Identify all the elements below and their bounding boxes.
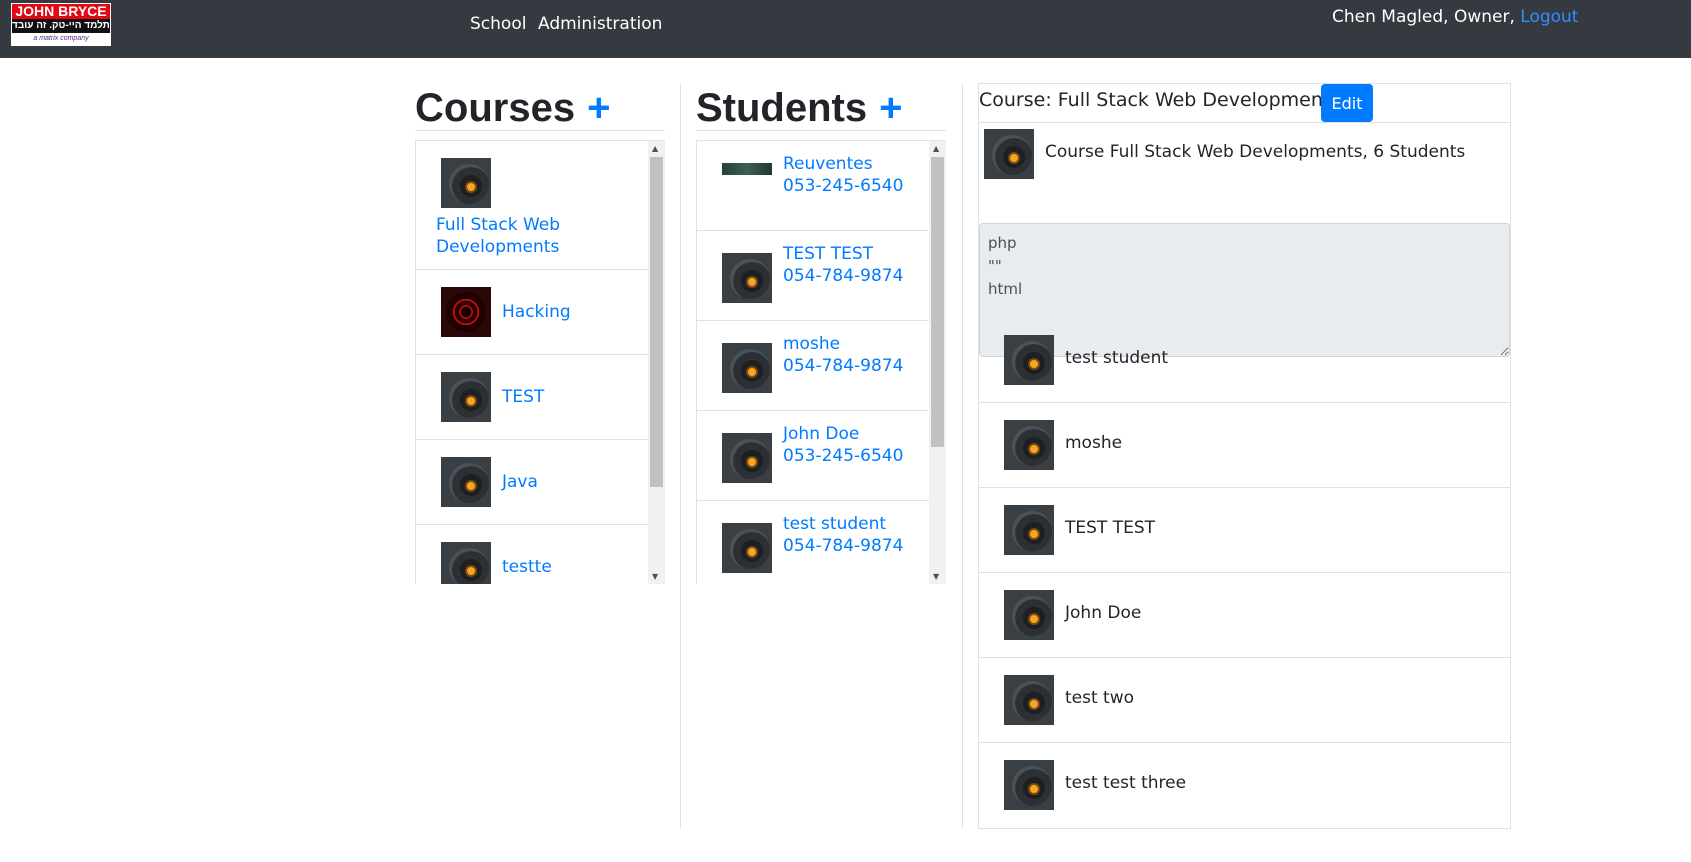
courses-list[interactable]: Full Stack Web Developments Hacking TEST…: [415, 140, 665, 584]
student-name[interactable]: test student: [783, 513, 886, 535]
course-summary-text: Course Full Stack Web Developments, 6 St…: [1045, 142, 1466, 162]
student-name[interactable]: moshe: [783, 333, 840, 355]
course-student-name: John Doe: [1065, 603, 1142, 623]
navbar: JOHN BRYCE תלמד היי-טק. זה עובד! a matri…: [0, 0, 1691, 58]
student-thumbnail-icon: [722, 163, 772, 175]
course-student-item[interactable]: test student: [979, 318, 1510, 403]
course-thumbnail-icon: [441, 457, 491, 507]
student-item[interactable]: Reuventes 053-245-6540: [697, 141, 929, 231]
scroll-up-icon[interactable]: ▲: [933, 144, 939, 154]
student-thumbnail-icon: [722, 523, 772, 573]
course-name[interactable]: Hacking: [502, 301, 571, 323]
student-thumbnail-icon: [722, 433, 772, 483]
student-thumbnail-icon: [1004, 760, 1054, 810]
student-thumbnail-icon: [722, 253, 772, 303]
course-student-name: moshe: [1065, 433, 1123, 453]
student-thumbnail-icon: [722, 343, 772, 393]
courses-title: Courses: [415, 86, 576, 130]
course-student-item[interactable]: moshe: [979, 403, 1510, 488]
scroll-thumb[interactable]: [931, 157, 944, 447]
add-student-button[interactable]: +: [879, 86, 902, 130]
course-student-item[interactable]: TEST TEST: [979, 488, 1510, 573]
course-name[interactable]: TEST: [502, 386, 544, 408]
course-thumbnail-icon: [441, 372, 491, 422]
courses-rule: [415, 130, 665, 131]
students-list[interactable]: Reuventes 053-245-6540 TEST TEST 054-784…: [696, 140, 946, 584]
scroll-thumb[interactable]: [650, 157, 663, 487]
student-name[interactable]: John Doe: [783, 423, 859, 445]
course-student-item[interactable]: test test three: [979, 743, 1510, 828]
course-item[interactable]: Java: [416, 440, 648, 525]
students-title: Students: [696, 86, 868, 130]
course-summary: Course Full Stack Web Developments, 6 St…: [979, 123, 1510, 357]
courses-scrollbar[interactable]: ▲ ▼: [648, 141, 665, 584]
user-info: Chen Magled, Owner, Logout: [1332, 7, 1578, 27]
student-thumbnail-icon: [1004, 675, 1054, 725]
logo-line-2: תלמד היי-טק. זה עובד!: [12, 19, 110, 33]
student-thumbnail-icon: [1004, 505, 1054, 555]
add-course-button[interactable]: +: [587, 86, 610, 130]
nav-link-administration[interactable]: Administration: [538, 14, 662, 34]
column-divider: [962, 83, 963, 829]
student-phone[interactable]: 053-245-6540: [783, 175, 903, 197]
course-student-name: test student: [1065, 348, 1169, 368]
student-thumbnail-icon: [1004, 335, 1054, 385]
student-phone[interactable]: 054-784-9874: [783, 355, 903, 377]
course-students-list: test student moshe TEST TEST John Doe te…: [979, 318, 1510, 828]
logout-link[interactable]: Logout: [1520, 7, 1578, 27]
student-item[interactable]: moshe 054-784-9874: [697, 321, 929, 411]
student-phone[interactable]: 054-784-9874: [783, 265, 903, 287]
course-item[interactable]: TEST: [416, 355, 648, 440]
scroll-up-icon[interactable]: ▲: [652, 144, 658, 154]
course-thumbnail-icon: [984, 129, 1034, 179]
scroll-down-icon[interactable]: ▼: [652, 572, 658, 582]
course-thumbnail-icon: [441, 542, 491, 584]
student-phone[interactable]: 053-245-6540: [783, 445, 903, 467]
nav-link-school[interactable]: School: [470, 14, 526, 34]
students-rule: [696, 130, 946, 131]
student-item[interactable]: TEST TEST 054-784-9874: [697, 231, 929, 321]
student-phone[interactable]: 054-784-9874: [783, 535, 903, 557]
course-student-item[interactable]: test two: [979, 658, 1510, 743]
course-name[interactable]: Full Stack Web Developments: [436, 214, 636, 258]
course-item[interactable]: testte: [416, 525, 648, 584]
user-greeting: Chen Magled, Owner,: [1332, 7, 1515, 27]
student-name[interactable]: Reuventes: [783, 153, 873, 175]
course-item[interactable]: Hacking: [416, 270, 648, 355]
student-item[interactable]: test student 054-784-9874: [697, 501, 929, 584]
course-details-header: Course: Full Stack Web Developments Edit: [979, 84, 1510, 123]
courses-heading: Courses +: [415, 82, 610, 134]
logo-line-3: a matrix company: [33, 35, 89, 42]
student-name[interactable]: TEST TEST: [783, 243, 873, 265]
students-scrollbar[interactable]: ▲ ▼: [929, 141, 946, 584]
student-thumbnail-icon: [1004, 420, 1054, 470]
scroll-down-icon[interactable]: ▼: [933, 572, 939, 582]
student-item[interactable]: John Doe 053-245-6540: [697, 411, 929, 501]
course-item[interactable]: Full Stack Web Developments: [416, 141, 648, 270]
course-name[interactable]: testte: [502, 556, 552, 578]
course-student-item[interactable]: John Doe: [979, 573, 1510, 658]
student-thumbnail-icon: [1004, 590, 1054, 640]
course-name[interactable]: Java: [502, 471, 538, 493]
course-details-panel: Course: Full Stack Web Developments Edit…: [978, 83, 1511, 829]
hacking-thumbnail-icon: [441, 287, 491, 337]
students-heading: Students +: [696, 82, 902, 134]
course-student-name: TEST TEST: [1065, 518, 1156, 538]
course-details-title: Course: Full Stack Web Developments: [979, 89, 1341, 111]
john-bryce-logo[interactable]: JOHN BRYCE תלמד היי-טק. זה עובד! a matri…: [11, 3, 111, 46]
column-divider: [680, 83, 681, 829]
logo-line-1: JOHN BRYCE: [12, 4, 110, 19]
course-thumbnail-icon: [441, 158, 491, 208]
course-student-name: test test three: [1065, 773, 1187, 793]
edit-button[interactable]: Edit: [1321, 84, 1373, 122]
course-student-name: test two: [1065, 688, 1135, 708]
